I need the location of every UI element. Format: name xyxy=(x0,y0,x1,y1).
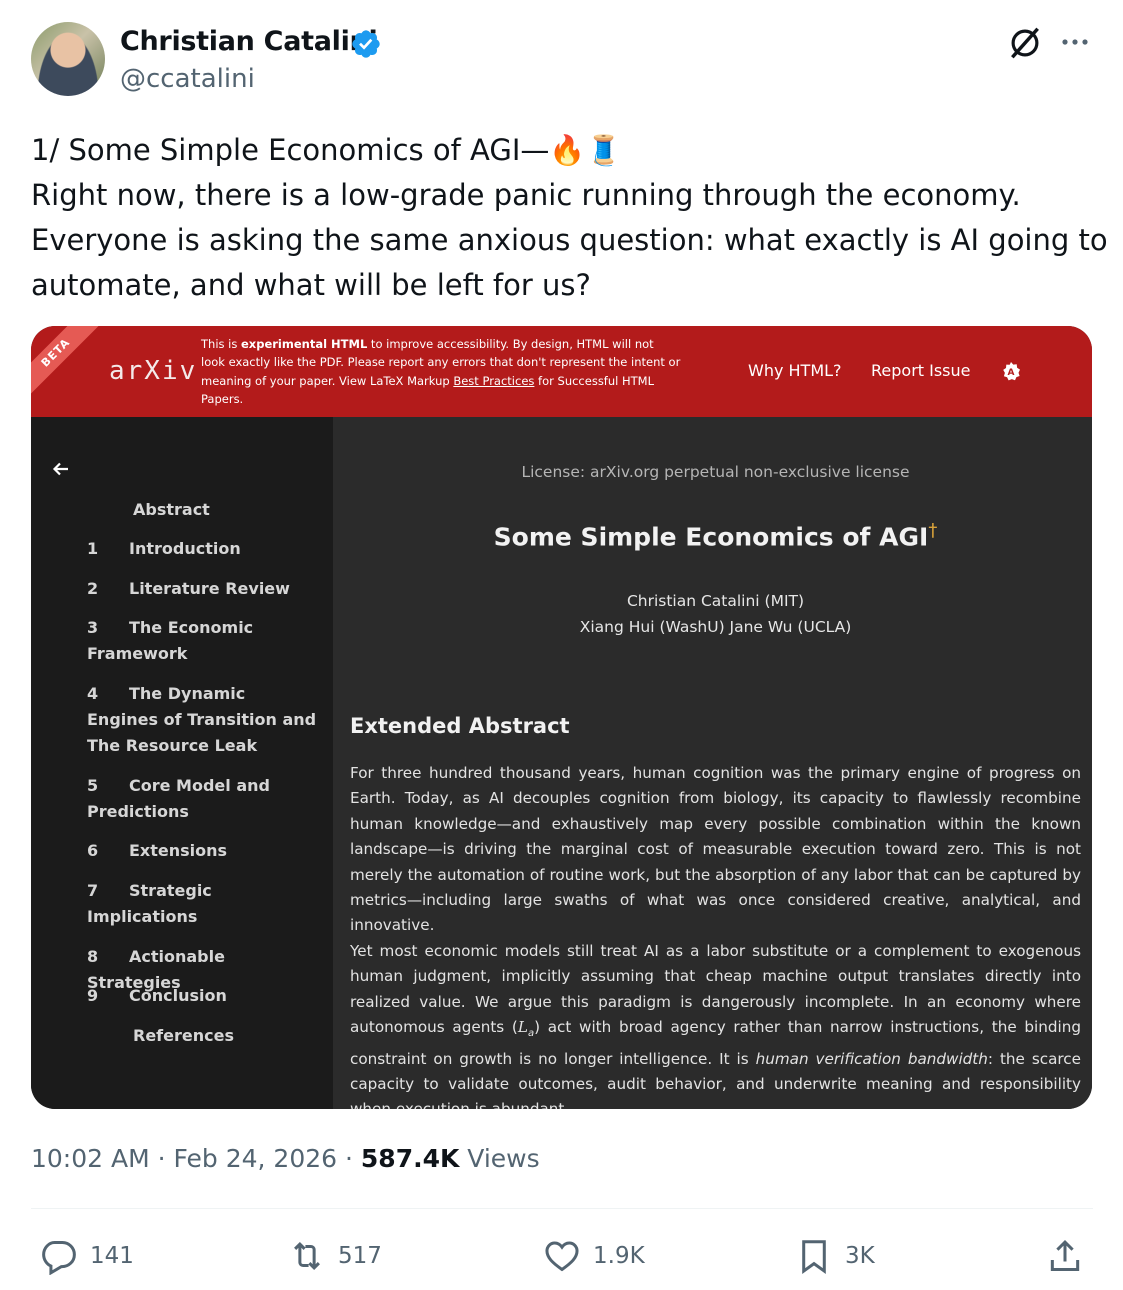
abstract-paragraph: For three hundred thousand years, human … xyxy=(350,764,1081,935)
toc-item: 4 The Dynamic Engines of Transition and T… xyxy=(87,681,317,759)
why-html-link: Why HTML? xyxy=(748,361,842,380)
toc-item-number: 2 xyxy=(87,579,99,598)
share-button[interactable] xyxy=(1046,1236,1096,1276)
divider xyxy=(31,1208,1093,1209)
accessibility-icon: A xyxy=(1003,362,1020,381)
tweet-line: automate, and what will be left for us? xyxy=(31,268,591,302)
more-options-icon[interactable] xyxy=(1058,30,1092,54)
arxiv-banner: BETA arXiv This is experimental HTML to … xyxy=(31,326,1092,417)
reply-count: 141 xyxy=(90,1243,134,1269)
toc-item-number: 7 xyxy=(87,881,99,900)
verified-badge-icon xyxy=(352,30,380,58)
abstract-paragraph: Yet most economic models still treat AI … xyxy=(350,942,1081,1109)
toc-item-number: 9 xyxy=(87,986,99,1005)
tweet-time[interactable]: 10:02 AM xyxy=(31,1144,150,1173)
tweet-line: 1/ Some Simple Economics of AGI—🔥🧵 xyxy=(31,133,622,167)
toc-item-label: Introduction xyxy=(129,539,241,558)
tweet-date[interactable]: Feb 24, 2026 xyxy=(174,1144,338,1173)
bookmark-count: 3K xyxy=(845,1243,875,1269)
tweet-media-image[interactable]: BETA arXiv This is experimental HTML to … xyxy=(31,326,1092,1109)
toc-item-number: 5 xyxy=(87,776,99,795)
like-count: 1.9K xyxy=(593,1243,645,1269)
toc-item: 5 Core Model and Predictions xyxy=(87,773,317,825)
reply-icon xyxy=(42,1241,76,1275)
bookmark-button[interactable]: 3K xyxy=(795,1236,875,1276)
toc-item: 9 Conclusion xyxy=(87,983,317,1009)
toc-item-label: The Dynamic Engines of Transition and Th… xyxy=(87,684,317,755)
repost-button[interactable]: 517 xyxy=(288,1236,382,1276)
tweet-meta: 10:02 AM · Feb 24, 2026 · 587.4K Views xyxy=(31,1144,540,1173)
authors-line: Christian Catalini (MIT) xyxy=(626,592,805,610)
author-handle[interactable]: @ccatalini xyxy=(120,64,255,94)
toc-item-number: 3 xyxy=(87,618,99,637)
repost-icon xyxy=(294,1241,320,1271)
heart-icon xyxy=(545,1241,579,1272)
like-button[interactable]: 1.9K xyxy=(543,1236,645,1276)
tweet-line: Right now, there is a low-grade panic ru… xyxy=(31,178,1021,212)
toc-item-number: 4 xyxy=(87,684,99,703)
toc-item-label: Strategic Implications xyxy=(87,881,212,926)
views-count: 587.4K xyxy=(360,1144,460,1173)
share-icon xyxy=(1050,1239,1080,1271)
toc-item: References xyxy=(87,1023,317,1049)
tweet-line: Everyone is asking the same anxious ques… xyxy=(31,223,1108,257)
toc-item: 1 Introduction xyxy=(87,536,317,562)
toc-item-label: Conclusion xyxy=(129,986,227,1005)
toc-item: Abstract xyxy=(87,497,317,523)
toc-item-number: 1 xyxy=(87,539,99,558)
toc-item-label: Abstract xyxy=(133,500,210,519)
toc-item-label: Literature Review xyxy=(129,579,290,598)
toc-item: 2 Literature Review xyxy=(87,576,317,602)
authors-line: Xiang Hui (WashU) Jane Wu (UCLA) xyxy=(579,618,852,636)
author-name[interactable]: Christian Catalini xyxy=(120,26,378,57)
section-heading: Extended Abstract xyxy=(350,714,570,738)
license-text: License: arXiv.org perpetual non-exclusi… xyxy=(521,463,910,481)
grok-icon[interactable] xyxy=(1006,24,1044,62)
svg-text:A: A xyxy=(1008,368,1015,378)
toc-item-label: Core Model and Predictions xyxy=(87,776,270,821)
best-practices-link: Best Practices xyxy=(453,373,535,388)
paper-title: Some Simple Economics of AGI† xyxy=(493,520,938,552)
repost-count: 517 xyxy=(338,1243,382,1269)
toc-item-number: 6 xyxy=(87,841,99,860)
reply-button[interactable]: 141 xyxy=(40,1236,134,1276)
bookmark-icon xyxy=(802,1240,826,1274)
toc-item-label: Extensions xyxy=(129,841,228,860)
arxiv-logo: arXiv xyxy=(109,356,198,386)
avatar[interactable] xyxy=(31,22,105,96)
beta-ribbon: BETA xyxy=(31,326,103,400)
back-arrow-icon xyxy=(52,462,68,476)
paper-content: License: arXiv.org perpetual non-exclusi… xyxy=(333,417,1092,1109)
toc-sidebar: Abstract 1 Introduction 2 Literature Review 3… xyxy=(31,417,333,1109)
tweet-text: 1/ Some Simple Economics of AGI—🔥🧵 Right… xyxy=(31,128,1108,308)
banner-notice: This is experimental HTML to improve acc… xyxy=(201,337,681,406)
title-footnote-mark: † xyxy=(928,520,938,541)
toc-item: 3 The Economic Framework xyxy=(87,615,317,667)
toc-item: 7 Strategic Implications xyxy=(87,878,317,930)
toc-item-label: References xyxy=(133,1026,234,1045)
toc-item: 6 Extensions xyxy=(87,838,317,864)
report-issue-link: Report Issue xyxy=(871,361,971,380)
toc-item-number: 8 xyxy=(87,947,99,966)
toc-item-label: The Economic Framework xyxy=(87,618,254,663)
